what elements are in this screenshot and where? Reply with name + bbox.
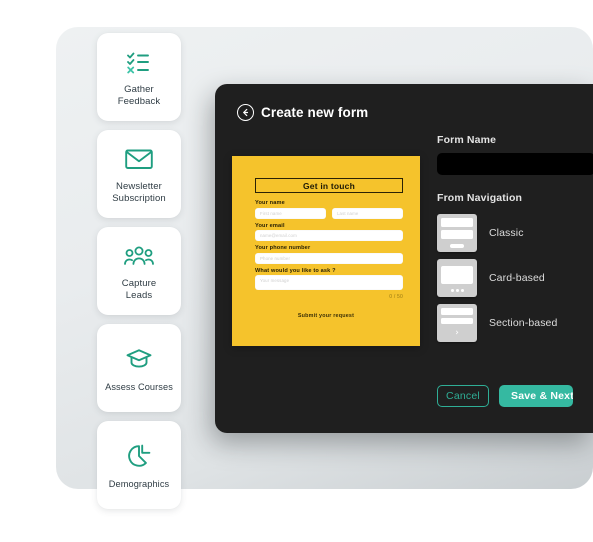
character-counter: 0 / 50 (389, 294, 403, 300)
template-card-label: Assess Courses (105, 381, 173, 392)
template-card-demographics[interactable]: Demographics (97, 421, 181, 509)
pie-chart-icon (126, 441, 152, 471)
people-group-icon (124, 241, 154, 271)
classic-layout-thumbnail-icon (437, 214, 477, 252)
back-arrow-icon[interactable] (237, 104, 254, 121)
create-form-panel: Create new form Get in touch Your name F… (215, 84, 593, 433)
preview-title: Get in touch (303, 180, 355, 191)
preview-submit-button[interactable]: Submit your request (232, 313, 420, 319)
preview-title-box: Get in touch (255, 178, 403, 193)
envelope-icon (125, 144, 153, 174)
template-card-newsletter-subscription[interactable]: Newsletter Subscription (97, 130, 181, 218)
page-title: Create new form (261, 105, 369, 120)
field-label: What would you like to ask ? (255, 267, 336, 274)
preview-field-question: What would you like to ask ? Your messag… (255, 267, 403, 300)
preview-field-your-phone: Your phone number Phone number (255, 245, 403, 264)
navigation-option-label: Classic (489, 227, 524, 239)
field-label: Your phone number (255, 245, 311, 251)
section-based-layout-thumbnail-icon: › (437, 304, 477, 342)
field-label: Your name (255, 200, 285, 206)
form-preview: Get in touch Your name First name Last n… (232, 156, 420, 346)
template-card-label: Demographics (108, 478, 170, 489)
input-placeholder: Phone number (260, 255, 291, 261)
navigation-options-list: Classic Card-based › Section-based (437, 214, 593, 342)
card-based-layout-thumbnail-icon (437, 259, 477, 297)
form-name-label: Form Name (437, 134, 497, 146)
field-input-last-name[interactable]: Last name (332, 207, 403, 219)
template-card-label: Capture Leads (121, 277, 157, 301)
template-card-label: Newsletter Subscription (112, 180, 166, 204)
input-placeholder: name@email.com (260, 233, 297, 238)
preview-fields: Your name First name Last name Your emai… (255, 200, 403, 304)
template-card-capture-leads[interactable]: Capture Leads (97, 227, 181, 315)
from-navigation-label: From Navigation (437, 192, 523, 204)
panel-header: Create new form (237, 104, 368, 121)
navigation-option-label: Section-based (489, 317, 558, 329)
navigation-option-card-based[interactable]: Card-based (437, 259, 593, 297)
field-input-message[interactable]: Your message (255, 275, 403, 290)
input-placeholder: First name (260, 210, 282, 216)
save-and-next-button[interactable]: Save & Next (499, 385, 573, 407)
panel-actions: Cancel Save & Next (437, 385, 573, 407)
template-card-assess-courses[interactable]: Assess Courses (97, 324, 181, 412)
input-placeholder: Your message (260, 278, 290, 283)
checklist-icon (126, 47, 152, 77)
navigation-option-section-based[interactable]: › Section-based (437, 304, 593, 342)
field-input-email[interactable]: name@email.com (255, 230, 403, 241)
form-settings: Form Name From Navigation Classic Card-b… (437, 134, 593, 349)
navigation-option-label: Card-based (489, 272, 545, 284)
cancel-button[interactable]: Cancel (437, 385, 489, 407)
form-name-input[interactable] (437, 153, 593, 175)
field-input-phone[interactable]: Phone number (255, 252, 403, 264)
input-placeholder: Last name (337, 210, 359, 216)
template-card-list: Gather Feedback Newsletter Subscription (97, 33, 181, 518)
graduation-cap-icon (125, 344, 153, 374)
preview-field-your-email: Your email name@email.com (255, 222, 403, 241)
preview-field-your-name: Your name First name Last name (255, 200, 403, 219)
field-input-first-name[interactable]: First name (255, 207, 326, 219)
navigation-option-classic[interactable]: Classic (437, 214, 593, 252)
field-label: Your email (255, 222, 285, 229)
template-card-label: Gather Feedback (117, 83, 161, 107)
screenshot-root: Gather Feedback Newsletter Subscription (0, 0, 593, 542)
template-card-gather-feedback[interactable]: Gather Feedback (97, 33, 181, 121)
